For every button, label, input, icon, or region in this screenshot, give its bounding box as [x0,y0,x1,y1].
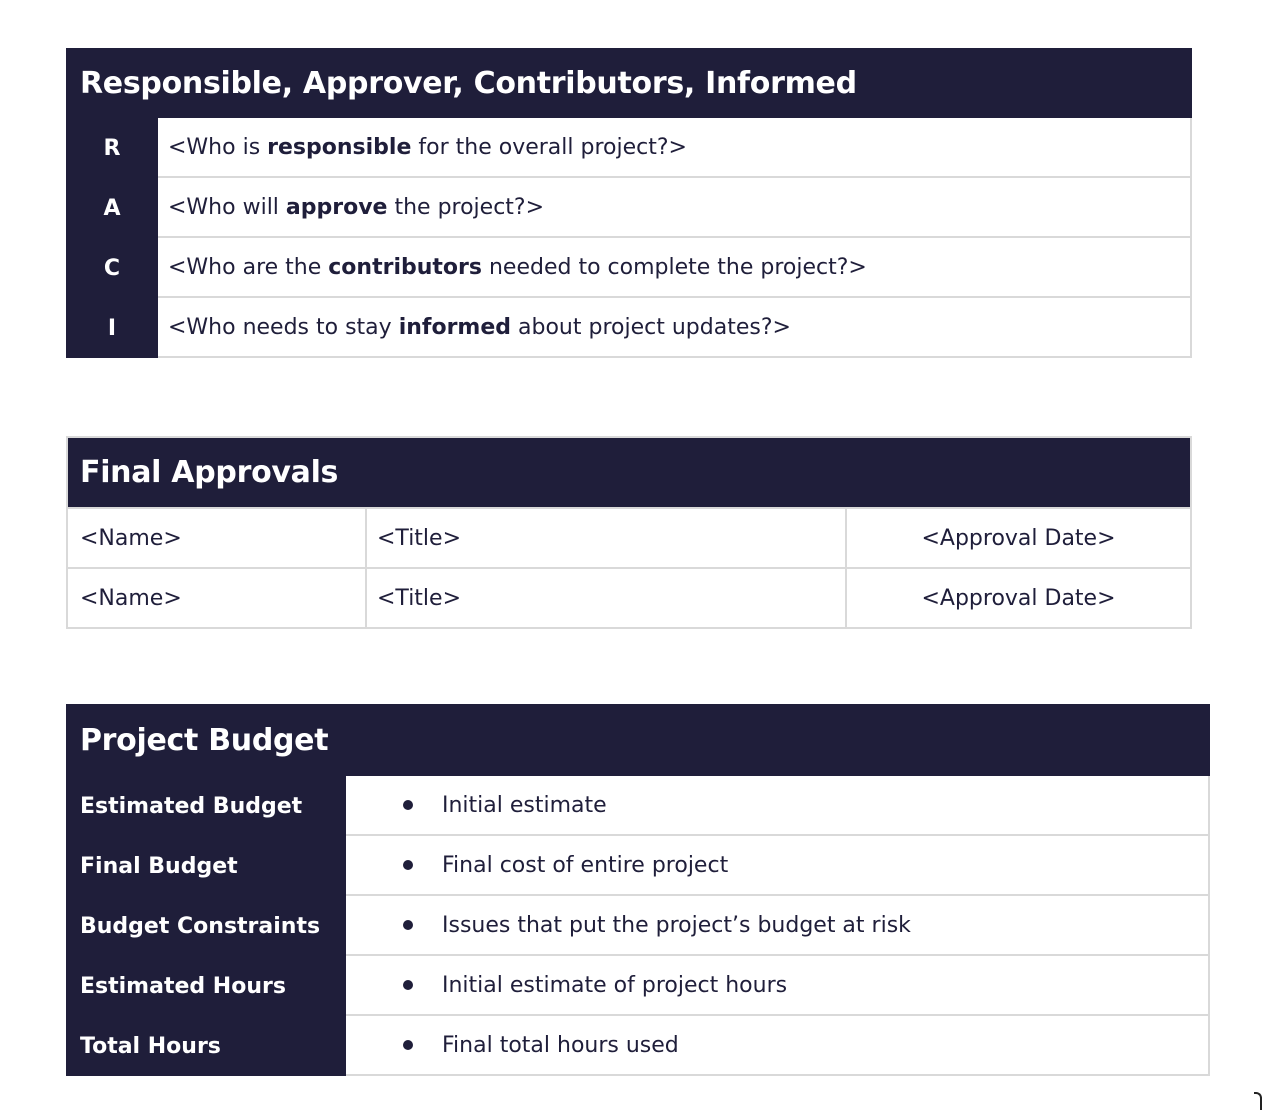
page-corner-mark-icon [1254,1092,1262,1110]
raci-row-approver: A <Who will approve the project?> [66,178,1192,238]
raci-letter: I [66,298,158,358]
budget-value-cell[interactable]: Initial estimate [346,776,1210,836]
approval-title-cell[interactable]: <Title> [367,509,847,567]
budget-label: Total Hours [66,1016,346,1076]
budget-title: Project Budget [66,704,1210,776]
budget-label: Estimated Budget [66,776,346,836]
approval-row: <Name> <Title> <Approval Date> [68,567,1190,627]
budget-label: Estimated Hours [66,956,346,1016]
approval-row: <Name> <Title> <Approval Date> [68,507,1190,567]
raci-letter: R [66,118,158,178]
budget-row-total-hours: Total Hours Final total hours used [66,1016,1210,1076]
approvals-title: Final Approvals [68,438,1190,507]
approval-title-cell[interactable]: <Title> [367,569,847,627]
final-approvals-table: Final Approvals <Name> <Title> <Approval… [66,436,1192,629]
bullet-icon [403,800,413,810]
bullet-icon [403,920,413,930]
raci-letter: A [66,178,158,238]
budget-value: Final cost of entire project [442,852,729,878]
raci-text[interactable]: <Who will approve the project?> [158,178,1192,238]
budget-value-cell[interactable]: Initial estimate of project hours [346,956,1210,1016]
budget-value-cell[interactable]: Final total hours used [346,1016,1210,1076]
raci-letter: C [66,238,158,298]
project-budget-table: Project Budget Estimated Budget Initial … [66,704,1210,1076]
budget-value-cell[interactable]: Final cost of entire project [346,836,1210,896]
raci-text[interactable]: <Who are the contributors needed to comp… [158,238,1192,298]
approval-name-cell[interactable]: <Name> [68,509,367,567]
bullet-icon [403,860,413,870]
raci-row-contributors: C <Who are the contributors needed to co… [66,238,1192,298]
budget-row-estimated-budget: Estimated Budget Initial estimate [66,776,1210,836]
budget-value: Initial estimate [442,792,607,818]
raci-row-informed: I <Who needs to stay informed about proj… [66,298,1192,358]
approval-date-cell[interactable]: <Approval Date> [847,509,1190,567]
budget-row-estimated-hours: Estimated Hours Initial estimate of proj… [66,956,1210,1016]
bullet-icon [403,1040,413,1050]
raci-table: Responsible, Approver, Contributors, Inf… [66,48,1192,358]
budget-row-final-budget: Final Budget Final cost of entire projec… [66,836,1210,896]
budget-label: Budget Constraints [66,896,346,956]
raci-title: Responsible, Approver, Contributors, Inf… [66,48,1192,118]
raci-text[interactable]: <Who needs to stay informed about projec… [158,298,1192,358]
raci-row-responsible: R <Who is responsible for the overall pr… [66,118,1192,178]
budget-label: Final Budget [66,836,346,896]
budget-value-cell[interactable]: Issues that put the project’s budget at … [346,896,1210,956]
approval-date-cell[interactable]: <Approval Date> [847,569,1190,627]
budget-value: Initial estimate of project hours [442,972,788,998]
budget-row-budget-constraints: Budget Constraints Issues that put the p… [66,896,1210,956]
bullet-icon [403,980,413,990]
approval-name-cell[interactable]: <Name> [68,569,367,627]
raci-text[interactable]: <Who is responsible for the overall proj… [158,118,1192,178]
budget-value: Final total hours used [442,1032,679,1058]
budget-value: Issues that put the project’s budget at … [442,912,911,938]
